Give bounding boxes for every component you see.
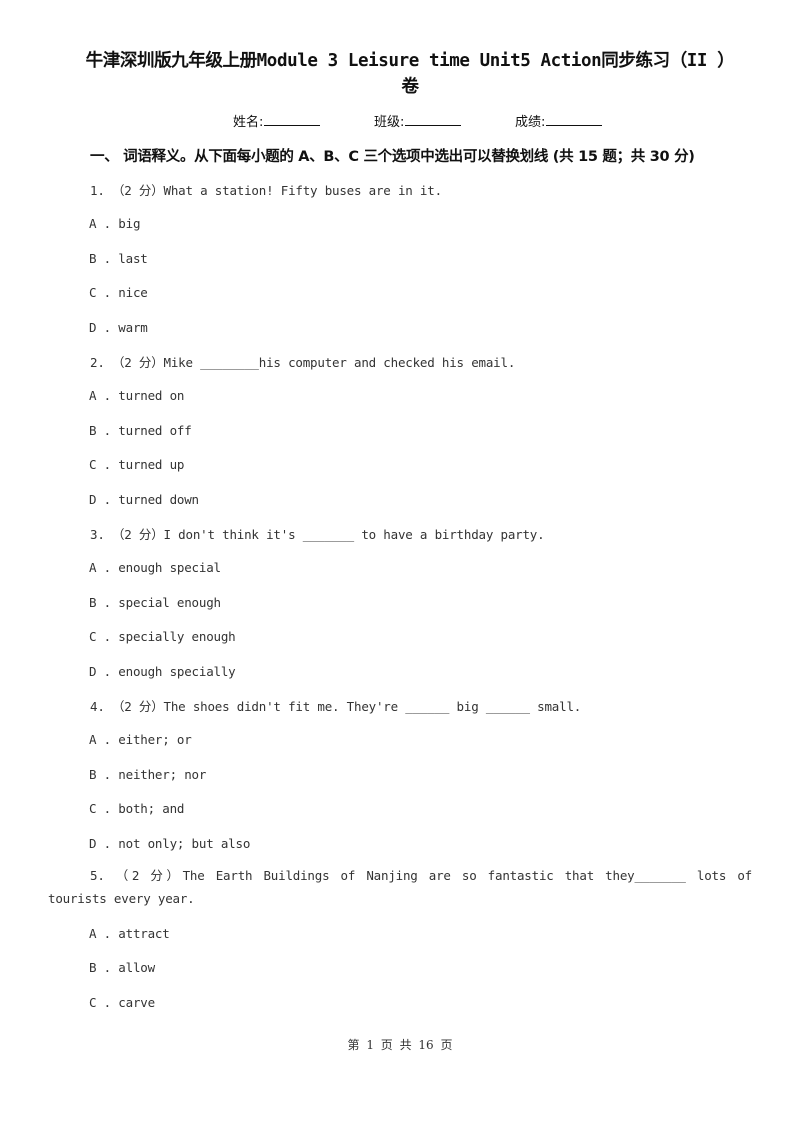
answer-option: A . attract [89, 926, 170, 941]
score-field: 成绩: [515, 111, 603, 130]
answer-option: A . enough special [89, 560, 221, 575]
answer-option: D . warm [89, 320, 148, 335]
answer-option: B . allow [89, 960, 155, 975]
answer-option: B . neither; nor [89, 767, 207, 782]
answer-option: A . either; or [89, 732, 192, 747]
answer-option: C . turned up [89, 457, 185, 472]
name-field: 姓名: [233, 111, 321, 130]
name-blank [264, 113, 321, 126]
answer-option: A . big [89, 216, 141, 231]
answer-option: B . special enough [89, 595, 221, 610]
page-footer: 第 1 页 共 16 页 [347, 1038, 453, 1052]
answer-option: C . both; and [89, 801, 185, 816]
answer-option: D . turned down [89, 492, 199, 507]
score-blank [546, 113, 603, 126]
name-label: 姓名: [233, 115, 264, 130]
answer-option: C . specially enough [89, 629, 236, 644]
score-label: 成绩: [515, 115, 546, 130]
document-title: 牛津深圳版九年级上册Module 3 Leisure time Unit5 Ac… [60, 48, 760, 100]
question-stem: 2. （2 分）Mike ________his computer and ch… [90, 355, 516, 370]
answer-option: B . last [89, 251, 148, 266]
class-blank [405, 113, 462, 126]
title-line-1: 牛津深圳版九年级上册Module 3 Leisure time Unit5 Ac… [85, 51, 735, 71]
class-field: 班级: [374, 111, 462, 130]
answer-option: C . nice [89, 285, 148, 300]
answer-option: A . turned on [89, 388, 185, 403]
answer-option: D . enough specially [89, 664, 236, 679]
answer-option: C . carve [89, 995, 155, 1010]
question-stem: 5. （2 分）The Earth Buildings of Nanjing a… [48, 868, 752, 906]
question-stem: 3. （2 分）I don't think it's _______ to ha… [90, 527, 545, 542]
question-stem: 4. （2 分）The shoes didn't fit me. They're… [90, 699, 582, 714]
class-label: 班级: [374, 115, 405, 130]
answer-option: D . not only; but also [89, 836, 251, 851]
question-stem: 1. （2 分）What a station! Fifty buses are … [90, 183, 442, 198]
title-line-2: 卷 [401, 77, 419, 97]
section-heading: 一、 词语释义。从下面每小题的 A、B、C 三个选项中选出可以替换划线 (共 1… [90, 149, 695, 165]
answer-option: B . turned off [89, 423, 192, 438]
